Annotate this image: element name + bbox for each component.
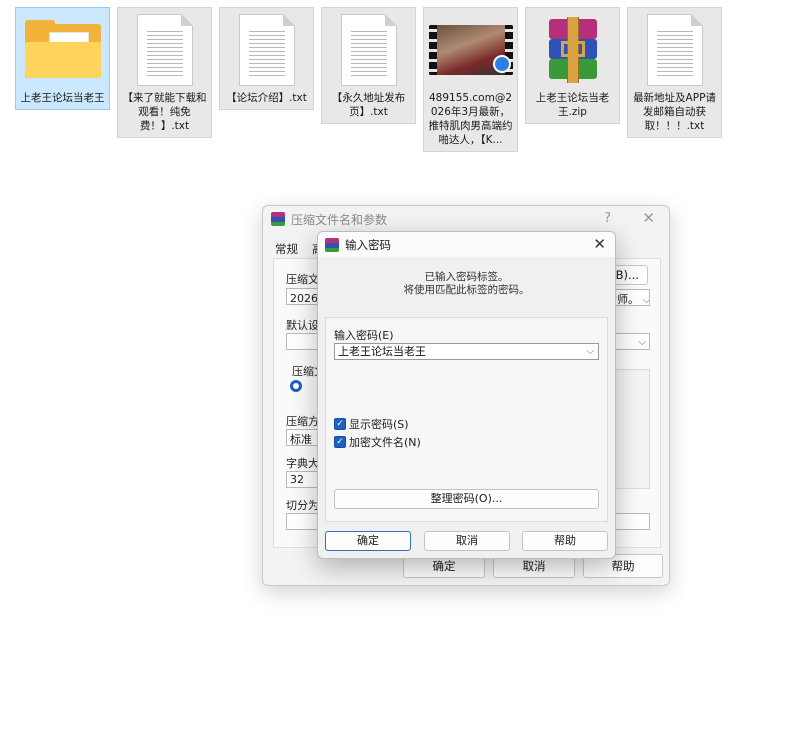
file-name: 【永久地址发布页】.txt (331, 92, 406, 118)
format-radio[interactable] (290, 380, 302, 392)
encrypt-filenames-row[interactable]: ✓ 加密文件名(N) (334, 434, 421, 450)
text-file-icon (340, 13, 397, 86)
file-name: 【论坛介绍】.txt (226, 92, 307, 104)
show-password-checkbox[interactable]: ✓ (334, 418, 346, 430)
password-cancel-button[interactable]: 取消 (424, 531, 510, 551)
password-dialog: 输入密码 ✕ 已输入密码标签。 将使用匹配此标签的密码。 输入密码(E) 上老王… (317, 231, 616, 559)
winrar-app-icon (325, 237, 339, 252)
text-file-icon (646, 13, 703, 86)
file-name: 489155.com@2026年3月最新，推特肌肉男高端约啪达人，【K... (428, 92, 513, 146)
password-dialog-titlebar: 输入密码 (318, 232, 615, 257)
password-field-label: 输入密码(E) (334, 329, 394, 342)
file-txt-forum-intro[interactable]: 【论坛介绍】.txt (219, 7, 314, 110)
text-file-icon (238, 13, 295, 86)
file-name: 【来了就能下载和观看！纯免费！】.txt (122, 92, 207, 132)
encrypt-filenames-label: 加密文件名(N) (349, 436, 421, 449)
password-value: 上老王论坛当老王 (338, 345, 426, 358)
password-ok-button[interactable]: 确定 (325, 531, 411, 551)
encrypt-filenames-checkbox[interactable]: ✓ (334, 436, 346, 448)
file-txt-latest-address[interactable]: 最新地址及APP请发邮箱自动获取！！！.txt (627, 7, 722, 138)
password-dialog-title: 输入密码 (345, 237, 391, 252)
folder-icon (24, 19, 101, 80)
file-name: 上老王论坛当老王.zip (535, 92, 610, 118)
help-icon[interactable]: ? (604, 211, 611, 226)
password-match-info: 将使用匹配此标签的密码。 (403, 284, 530, 296)
winrar-archive-icon (543, 16, 603, 83)
organize-passwords-button[interactable]: 整理密码(O)... (334, 489, 599, 509)
file-zip[interactable]: 上老王论坛当老王.zip (525, 7, 620, 124)
file-name: 上老王论坛当老王 (20, 92, 105, 104)
chevron-down-icon[interactable]: ⌵ (586, 344, 594, 359)
show-password-row[interactable]: ✓ 显示密码(S) (334, 416, 409, 432)
close-icon[interactable]: ✕ (593, 235, 606, 253)
chevron-down-icon: ⌵ (642, 295, 650, 306)
password-help-button[interactable]: 帮助 (522, 531, 608, 551)
password-input[interactable]: 上老王论坛当老王 ⌵ (334, 343, 599, 360)
file-txt-download[interactable]: 【来了就能下载和观看！纯免费！】.txt (117, 7, 212, 138)
file-name: 最新地址及APP请发邮箱自动获取！！！.txt (633, 92, 716, 132)
file-video[interactable]: 489155.com@2026年3月最新，推特肌肉男高端约啪达人，【K... (423, 7, 518, 152)
tab-general[interactable]: 常规 (275, 241, 298, 257)
chevron-down-icon: ⌵ (638, 337, 646, 348)
file-folder[interactable]: 上老王论坛当老王 (15, 7, 110, 110)
archive-dialog-title: 压缩文件名和参数 (291, 212, 388, 227)
sync-badge-icon (492, 54, 511, 73)
close-icon[interactable]: ✕ (642, 209, 655, 227)
desktop: 上老王论坛当老王 【来了就能下载和观看！纯免费！】.txt 【论坛介绍】.txt… (0, 0, 800, 746)
show-password-label: 显示密码(S) (349, 418, 409, 431)
winrar-app-icon (271, 212, 285, 226)
video-thumbnail-icon (428, 24, 513, 75)
file-txt-permanent-address[interactable]: 【永久地址发布页】.txt (321, 7, 416, 124)
text-file-icon (136, 13, 193, 86)
